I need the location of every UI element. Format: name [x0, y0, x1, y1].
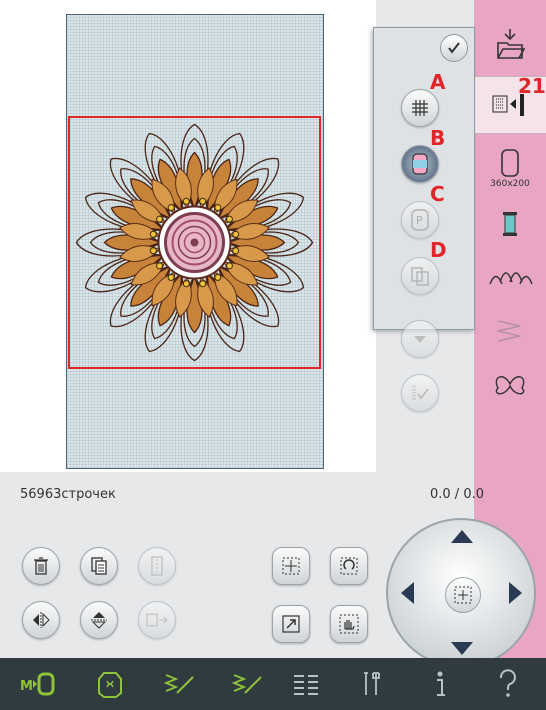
move-icon: [282, 557, 300, 575]
svg-text:P: P: [416, 214, 423, 227]
stitch-edit-button[interactable]: [150, 658, 210, 710]
duplicate-icon: [146, 613, 168, 627]
move-button[interactable]: [272, 547, 310, 585]
callout-label-b: B: [430, 126, 446, 150]
copy-layers-button[interactable]: [401, 257, 439, 295]
check-icon: [448, 42, 460, 54]
menu-icon: [294, 675, 318, 695]
stitch-out-button[interactable]: [474, 304, 546, 360]
arrow-left-icon[interactable]: [401, 582, 414, 604]
embroidery-mode-button[interactable]: M: [8, 658, 68, 710]
delete-button[interactable]: [22, 547, 60, 585]
butterfly-icon: [495, 376, 525, 395]
color-block-button[interactable]: [401, 145, 439, 183]
help-icon: [499, 669, 516, 697]
embroidery-mode-icon: M: [20, 672, 55, 696]
stitch-edit-icon: [163, 674, 194, 694]
embroidery-design[interactable]: [70, 118, 319, 367]
hoop-size-label: 360x200: [490, 178, 530, 189]
callout-label-21: 21: [518, 74, 546, 98]
chevron-down-icon: [414, 336, 426, 343]
grid-button[interactable]: [401, 89, 439, 127]
park-icon: P: [411, 209, 429, 231]
arrow-right-icon[interactable]: [509, 582, 522, 604]
stitch-program-button[interactable]: [218, 658, 278, 710]
park-button[interactable]: P: [401, 201, 439, 239]
menu-button[interactable]: [276, 658, 336, 710]
callout-label-c: C: [430, 182, 445, 206]
design-lineup-button[interactable]: [474, 248, 546, 304]
mirror-horizontal-button[interactable]: [22, 601, 60, 639]
pan-hand-icon: [339, 614, 359, 634]
mirror-vertical-button[interactable]: [80, 601, 118, 639]
callout-label-a: A: [430, 70, 446, 94]
copy-layers-icon: [411, 267, 429, 286]
pan-button[interactable]: [330, 605, 368, 643]
design-flowers-icon: [489, 272, 533, 285]
copy-button[interactable]: [80, 547, 118, 585]
align-icon: [151, 556, 163, 576]
design-button[interactable]: [80, 658, 140, 710]
hoop-icon: [501, 148, 519, 177]
stitch-program-icon: [231, 674, 262, 694]
mirror-horizontal-icon: [33, 612, 50, 628]
scale-button[interactable]: [272, 605, 310, 643]
arrow-up-icon[interactable]: [451, 530, 473, 543]
center-icon: [454, 586, 472, 604]
stitch-check-icon: [412, 386, 429, 400]
arrow-down-icon[interactable]: [451, 642, 473, 655]
scale-icon: [282, 615, 300, 633]
confirm-button[interactable]: [440, 34, 468, 62]
copy-icon: [91, 557, 107, 575]
tools-button[interactable]: [342, 658, 402, 710]
center-button[interactable]: [445, 577, 481, 613]
position-readout: 0.0 / 0.0: [430, 487, 484, 502]
thread-colors-button[interactable]: [474, 196, 546, 252]
info-icon: [437, 671, 445, 696]
rotate-icon: [340, 557, 358, 575]
rotate-button[interactable]: [330, 547, 368, 585]
hoop-size-button[interactable]: 360x200: [474, 140, 546, 196]
color-block-icon: [412, 153, 428, 175]
callout-label-d: D: [430, 238, 447, 262]
duplicate-button[interactable]: [138, 601, 176, 639]
svg-text:M: M: [20, 679, 33, 694]
grid-icon: [412, 100, 428, 116]
trash-icon: [34, 557, 48, 575]
help-button[interactable]: [478, 658, 538, 710]
align-button[interactable]: [138, 547, 176, 585]
mirror-vertical-icon: [91, 612, 107, 629]
stitch-confirm-button[interactable]: [401, 374, 439, 412]
design-icon: [98, 672, 122, 698]
thread-spool-icon: [503, 212, 517, 236]
info-button[interactable]: [410, 658, 470, 710]
tools-icon: [364, 672, 380, 695]
stitch-butterfly-button[interactable]: [474, 356, 546, 412]
scroll-down-button[interactable]: [401, 320, 439, 358]
stitch-count: 56963строчек: [20, 487, 116, 502]
folder-load-icon: [497, 29, 525, 59]
stitch-out-icon: [497, 320, 521, 342]
load-design-button[interactable]: [474, 16, 546, 72]
